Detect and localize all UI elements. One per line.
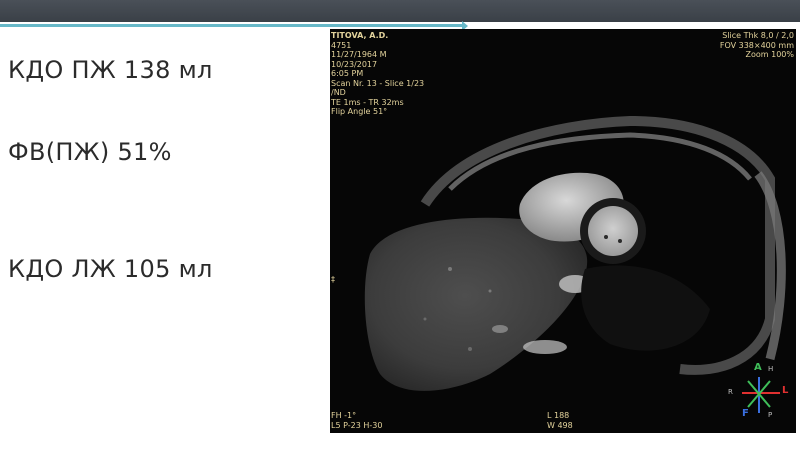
orientation-l: L: [782, 385, 789, 396]
fh-angle: FH -1°: [331, 411, 357, 420]
patient-name: TITOVA, A.D.: [331, 31, 389, 40]
orientation-a: A: [754, 362, 762, 373]
orientation-h: H: [768, 365, 774, 373]
study-date: 10/23/2017: [331, 59, 378, 69]
window-width: W 498: [547, 420, 573, 430]
left-scale-marker: ‡: [331, 275, 335, 284]
window-level: L 188: [547, 411, 570, 420]
position-overlay: FH -1° L5 P-23 H-30: [331, 411, 382, 430]
patient-id: 4751: [331, 40, 352, 50]
zoom-level: Zoom 100%: [745, 50, 794, 59]
fov: FOV 338×400 mm: [719, 40, 794, 50]
patient-dob-sex: 11/27/1964 M: [331, 50, 387, 59]
flip-angle: Flip Angle 51°: [331, 107, 388, 116]
scan-nd: /ND: [331, 88, 346, 97]
position-coords: L5 P-23 H-30: [331, 420, 383, 430]
te-tr: TE 1ms - TR 32ms: [331, 97, 404, 107]
orientation-cube: A H R L F P: [724, 363, 794, 423]
slice-thickness: Slice Thk 8,0 / 2,0: [722, 31, 794, 40]
orientation-p: P: [768, 411, 773, 419]
lv-edv-text: КДО ЛЖ 105 мл: [8, 255, 213, 283]
rv-edv-text: КДО ПЖ 138 мл: [8, 56, 213, 84]
rv-ef-text: ФВ(ПЖ) 51%: [8, 138, 172, 166]
study-time: 6:05 PM: [331, 69, 364, 78]
scan-slice: Scan Nr. 13 - Slice 1/23: [331, 78, 425, 88]
slide-accent-line: [0, 24, 464, 27]
mri-cardiac-image: TITOVA, A.D. 4751 11/27/1964 M 10/23/201…: [330, 29, 796, 433]
slide-top-bar: [0, 0, 800, 22]
scan-params-overlay: Slice Thk 8,0 / 2,0 FOV 338×400 mm Zoom …: [720, 31, 794, 60]
window-level-overlay: L 188 W 498: [547, 411, 573, 430]
orientation-f: F: [742, 408, 749, 419]
patient-info-overlay: TITOVA, A.D. 4751 11/27/1964 M 10/23/201…: [331, 31, 424, 117]
orientation-r: R: [728, 388, 733, 396]
